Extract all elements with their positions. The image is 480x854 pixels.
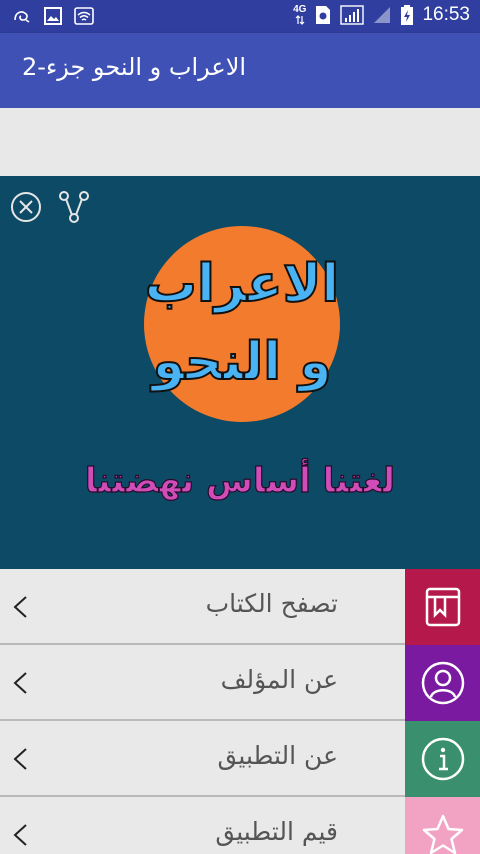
menu-icon-tile bbox=[405, 721, 480, 797]
slogan: لغتنا أساس نهضتنا bbox=[84, 460, 396, 501]
share-button[interactable] bbox=[58, 190, 90, 224]
menu-item-about-author[interactable]: عن المؤلف bbox=[0, 645, 480, 721]
page-title: الاعراب و النحو جزء-2 bbox=[22, 53, 247, 81]
image-icon bbox=[44, 7, 62, 25]
chevron-left-icon bbox=[13, 672, 27, 694]
book-icon bbox=[425, 587, 460, 627]
app-notification-icon bbox=[14, 11, 30, 23]
menu-icon-tile bbox=[405, 797, 480, 854]
info-icon bbox=[421, 737, 464, 781]
data-arrows-icon bbox=[295, 15, 305, 25]
menu-icon-tile bbox=[405, 645, 480, 721]
close-icon bbox=[11, 192, 41, 222]
chevron-left-icon bbox=[13, 748, 27, 770]
menu-item-label: عن المؤلف bbox=[220, 665, 338, 694]
menu-item-label: عن التطبيق bbox=[217, 741, 338, 770]
menu-item-browse-book[interactable]: تصفح الكتاب bbox=[0, 569, 480, 645]
battery-charging-icon bbox=[401, 5, 414, 25]
logo-title-line1: الاعراب bbox=[144, 253, 341, 315]
status-time: 16:53 bbox=[422, 4, 470, 25]
share-icon bbox=[59, 191, 89, 223]
menu-item-rate-app[interactable]: قيم التطبيق bbox=[0, 797, 480, 854]
chevron-left-icon bbox=[13, 824, 27, 846]
app-bar: الاعراب و النحو جزء-2 bbox=[0, 33, 480, 108]
signal-weak-icon bbox=[374, 7, 391, 23]
network-type-label: 4G bbox=[293, 4, 307, 15]
menu-item-label: قيم التطبيق bbox=[215, 817, 338, 846]
sim-icon bbox=[316, 6, 331, 24]
wifi-icon bbox=[74, 7, 94, 25]
chevron-left-icon bbox=[13, 596, 27, 618]
main-menu: تصفح الكتاب عن المؤلف عن التطبيق قيم الت… bbox=[0, 569, 480, 854]
banner: الاعراب و النحو لغتنا أساس نهضتنا bbox=[0, 176, 480, 569]
person-icon bbox=[421, 661, 464, 705]
menu-item-about-app[interactable]: عن التطبيق bbox=[0, 721, 480, 797]
close-button[interactable] bbox=[10, 191, 42, 223]
logo-title-line2: و النحو bbox=[151, 331, 332, 393]
status-bar: 4G 16:53 bbox=[0, 0, 480, 33]
signal-icon bbox=[340, 5, 365, 25]
blank-band bbox=[0, 108, 480, 176]
star-icon bbox=[422, 814, 463, 854]
menu-icon-tile bbox=[405, 569, 480, 645]
menu-item-label: تصفح الكتاب bbox=[205, 589, 338, 618]
